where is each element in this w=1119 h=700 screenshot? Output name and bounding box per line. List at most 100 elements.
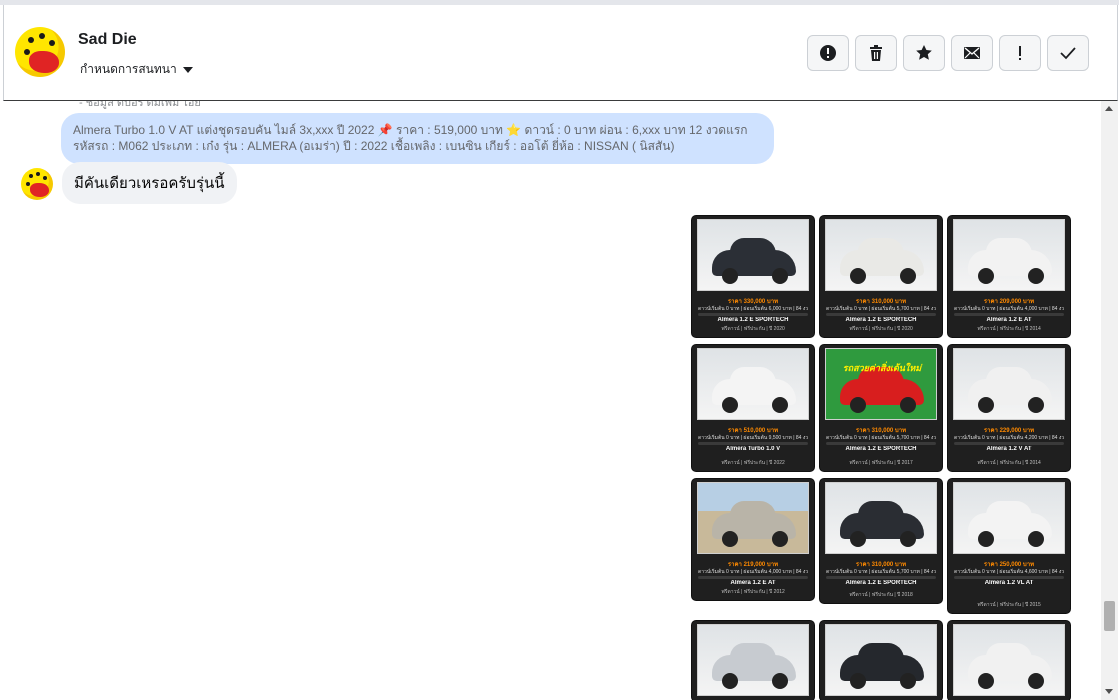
car-wheel xyxy=(900,268,916,284)
trash-icon xyxy=(870,45,882,61)
conversation-header: Sad Die กำหนดการสนทนา xyxy=(3,5,1118,101)
car-model: Almera 1.2 VL AT xyxy=(984,580,1034,586)
car-model: Almera 1.2 E SPORTECH xyxy=(717,317,789,323)
car-wheel xyxy=(978,268,994,284)
car-wheel xyxy=(1028,673,1044,689)
avatar-dot xyxy=(49,40,55,46)
car-wheel xyxy=(772,268,788,284)
conversation-settings-label: กำหนดการสนทนา xyxy=(80,62,177,76)
car-wheel xyxy=(978,531,994,547)
avatar-dot xyxy=(29,174,33,178)
done-button[interactable] xyxy=(1047,35,1089,71)
car-photo: รถสวยค่าสิ่งเด้นใหม่ xyxy=(825,348,937,420)
car-listing-card[interactable] xyxy=(948,621,1070,700)
outgoing-message[interactable]: Almera Turbo 1.0 V AT แต่งชุดรอบคัน ไมล์… xyxy=(61,113,774,164)
message-scrollbar[interactable] xyxy=(1101,101,1118,700)
car-photo xyxy=(953,482,1065,554)
previous-message-fragment: - ชิ้อมูล ดีบอร์ ดิ้มเพิ่ม ไอ้ย xyxy=(79,101,201,109)
avatar-dot xyxy=(26,182,30,186)
car-photo xyxy=(825,482,937,554)
finance-line: ดาวน์เริ่มต้น 0 บาท | ผ่อนเริ่มต้น 5,700… xyxy=(826,569,936,575)
car-meta: ฟรีดาวน์ | ฟรีประกัน | ปี 2017 xyxy=(849,460,913,466)
car-wheel xyxy=(772,673,788,689)
car-meta: ฟรีดาวน์ | ฟรีประกัน | ปี 2018 xyxy=(849,592,913,598)
incoming-message[interactable]: มีคันเดียวเหรอครับรุ่นนี้ xyxy=(62,162,237,204)
sender-avatar[interactable] xyxy=(21,168,53,200)
text-placeholder-bar xyxy=(698,576,808,579)
text-placeholder-bar xyxy=(826,442,936,445)
car-listing-card[interactable]: ราคา 310,000 บาท ดาวน์เริ่มต้น 0 บาท | ผ่… xyxy=(820,479,942,603)
car-photo xyxy=(953,348,1065,420)
mark-unread-button[interactable] xyxy=(951,35,993,71)
conversation-settings-dropdown[interactable]: กำหนดการสนทนา xyxy=(80,60,193,79)
car-wheel xyxy=(722,673,738,689)
message-thread[interactable]: - ชิ้อมูล ดีบอร์ ดิ้มเพิ่ม ไอ้ย Almera T… xyxy=(3,101,1100,700)
delete-button[interactable] xyxy=(855,35,897,71)
car-listing-card[interactable] xyxy=(692,621,814,700)
car-photo xyxy=(953,624,1065,696)
car-wheel xyxy=(900,531,916,547)
scroll-down-arrow-icon[interactable] xyxy=(1105,689,1113,694)
checkmark-icon xyxy=(1060,47,1076,60)
car-meta: ฟรีดาวน์ | ฟรีประกัน | ปี 2014 xyxy=(977,460,1041,466)
star-icon xyxy=(916,45,932,60)
caret-down-icon xyxy=(182,66,193,73)
avatar-dot xyxy=(28,37,34,43)
important-button[interactable] xyxy=(999,35,1041,71)
text-placeholder-bar xyxy=(826,313,936,316)
exclamation-icon xyxy=(1019,46,1021,60)
car-wheel xyxy=(1028,531,1044,547)
car-listing-card[interactable]: ราคา 310,000 บาท ดาวน์เริ่มต้น 0 บาท | ผ่… xyxy=(820,216,942,337)
avatar-dot xyxy=(39,33,45,39)
car-photo xyxy=(825,219,937,291)
car-listing-card[interactable]: ราคา 219,000 บาท ดาวน์เริ่มต้น 0 บาท | ผ่… xyxy=(692,479,814,600)
car-meta: ฟรีดาวน์ | ฟรีประกัน | ปี 2020 xyxy=(849,326,913,332)
car-model: Almera Turbo 1.0 V xyxy=(725,446,781,452)
finance-line: ดาวน์เริ่มต้น 0 บาท | ผ่อนเริ่มต้น 4,000… xyxy=(954,306,1064,312)
car-listing-card[interactable]: ราคา 250,000 บาท ดาวน์เริ่มต้น 0 บาท | ผ่… xyxy=(948,479,1070,613)
car-listing-card[interactable]: ราคา 510,000 บาท ดาวน์เริ่มต้น 0 บาท | ผ่… xyxy=(692,345,814,471)
car-photo xyxy=(697,624,809,696)
car-photo xyxy=(953,219,1065,291)
text-placeholder-bar xyxy=(826,576,936,579)
car-wheel xyxy=(722,397,738,413)
promo-banner-text: รถสวยค่าสิ่งเด้นใหม่ xyxy=(842,363,922,373)
car-meta: ฟรีดาวน์ | ฟรีประกัน | ปี 2014 xyxy=(977,326,1041,332)
car-wheel xyxy=(978,673,994,689)
car-wheel xyxy=(850,673,866,689)
car-listing-card[interactable]: ราคา 209,000 บาท ดาวน์เริ่มต้น 0 บาท | ผ่… xyxy=(948,216,1070,337)
avatar-dot xyxy=(36,172,40,176)
car-wheel xyxy=(722,531,738,547)
car-wheel xyxy=(900,673,916,689)
car-wheel xyxy=(772,531,788,547)
scrollbar-thumb[interactable] xyxy=(1104,601,1115,631)
car-model: Almera 1.2 E SPORTECH xyxy=(845,580,917,586)
car-wheel xyxy=(978,397,994,413)
car-listing-card[interactable] xyxy=(820,621,942,700)
car-listing-card[interactable]: ราคา 229,000 บาท ดาวน์เริ่มต้น 0 บาท | ผ่… xyxy=(948,345,1070,471)
car-model: Almera 1.2 E SPORTECH xyxy=(845,446,917,452)
avatar[interactable] xyxy=(15,27,65,77)
car-wheel xyxy=(900,397,916,413)
text-placeholder-bar xyxy=(954,313,1064,316)
header-actions xyxy=(807,35,1089,71)
star-button[interactable] xyxy=(903,35,945,71)
car-meta: ฟรีดาวน์ | ฟรีประกัน | ปี 2012 xyxy=(721,589,785,595)
car-model: Almera 1.2 V AT xyxy=(986,446,1032,452)
car-listing-card[interactable]: รถสวยค่าสิ่งเด้นใหม่ ราคา 310,000 บาท ดาวน… xyxy=(820,345,942,471)
car-photo xyxy=(825,624,937,696)
avatar-dot xyxy=(24,49,30,55)
report-button[interactable] xyxy=(807,35,849,71)
envelope-icon xyxy=(964,47,980,59)
car-photo xyxy=(697,348,809,420)
car-model: Almera 1.2 E AT xyxy=(730,580,776,586)
scroll-up-arrow-icon[interactable] xyxy=(1105,106,1113,111)
car-model: Almera 1.2 E SPORTECH xyxy=(845,317,917,323)
finance-line: ดาวน์เริ่มต้น 0 บาท | ผ่อนเริ่มต้น 5,700… xyxy=(826,435,936,441)
finance-line: ดาวน์เริ่มต้น 0 บาท | ผ่อนเริ่มต้น 5,700… xyxy=(826,306,936,312)
car-listing-card[interactable]: ราคา 330,000 บาท ดาวน์เริ่มต้น 0 บาท | ผ่… xyxy=(692,216,814,337)
exclamation-circle-icon xyxy=(820,45,836,61)
contact-name: Sad Die xyxy=(78,31,137,48)
car-meta: ฟรีดาวน์ | ฟรีประกัน | ปี 2020 xyxy=(721,326,785,332)
car-photo xyxy=(697,219,809,291)
